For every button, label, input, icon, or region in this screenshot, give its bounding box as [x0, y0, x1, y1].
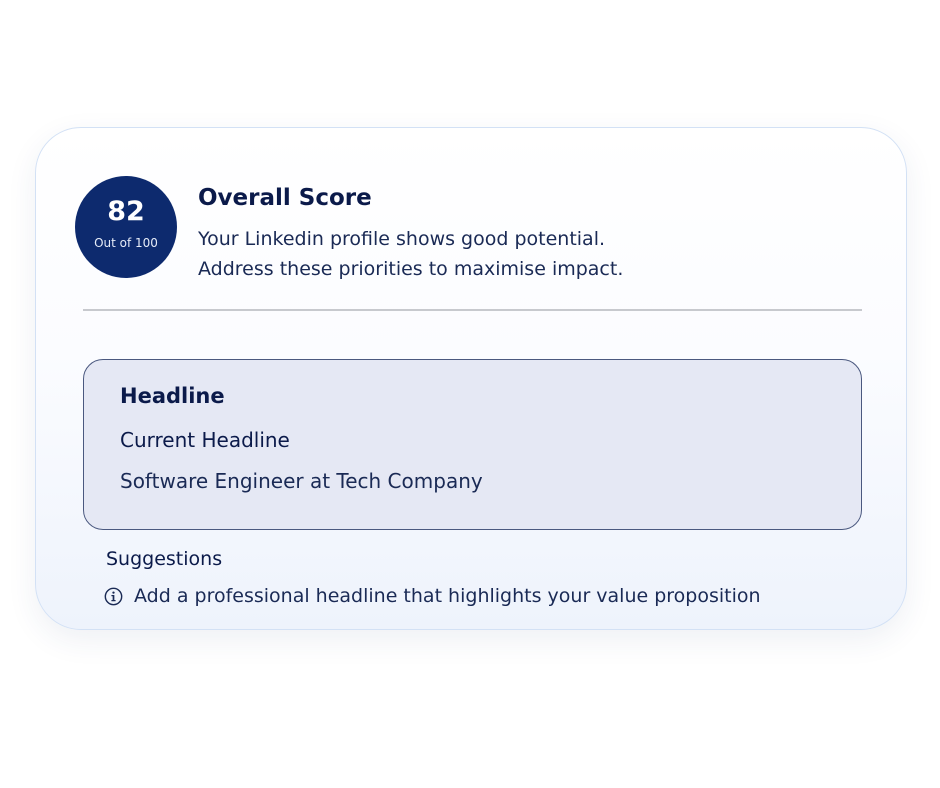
- overall-score-description: Your Linkedin profile shows good potenti…: [198, 224, 623, 284]
- suggestions-label: Suggestions: [106, 548, 223, 570]
- section-divider: [83, 309, 862, 311]
- overall-score-title: Overall Score: [198, 185, 372, 211]
- score-value: 82: [107, 196, 145, 227]
- suggestion-item: Add a professional headline that highlig…: [104, 583, 761, 609]
- overall-description-line-2: Address these priorities to maximise imp…: [198, 258, 624, 280]
- score-out-of: Out of 100: [94, 236, 158, 250]
- current-headline-label: Current Headline: [120, 428, 290, 452]
- score-badge: 82 Out of 100: [75, 176, 177, 278]
- headline-section: Headline Current Headline Software Engin…: [83, 359, 862, 530]
- current-headline-value: Software Engineer at Tech Company: [120, 469, 483, 493]
- info-icon: [104, 587, 123, 605]
- suggestion-text: Add a professional headline that highlig…: [134, 585, 761, 607]
- score-card: 82 Out of 100 Overall Score Your Linkedi…: [35, 127, 907, 630]
- overall-description-line-1: Your Linkedin profile shows good potenti…: [198, 228, 606, 250]
- headline-section-title: Headline: [120, 384, 225, 408]
